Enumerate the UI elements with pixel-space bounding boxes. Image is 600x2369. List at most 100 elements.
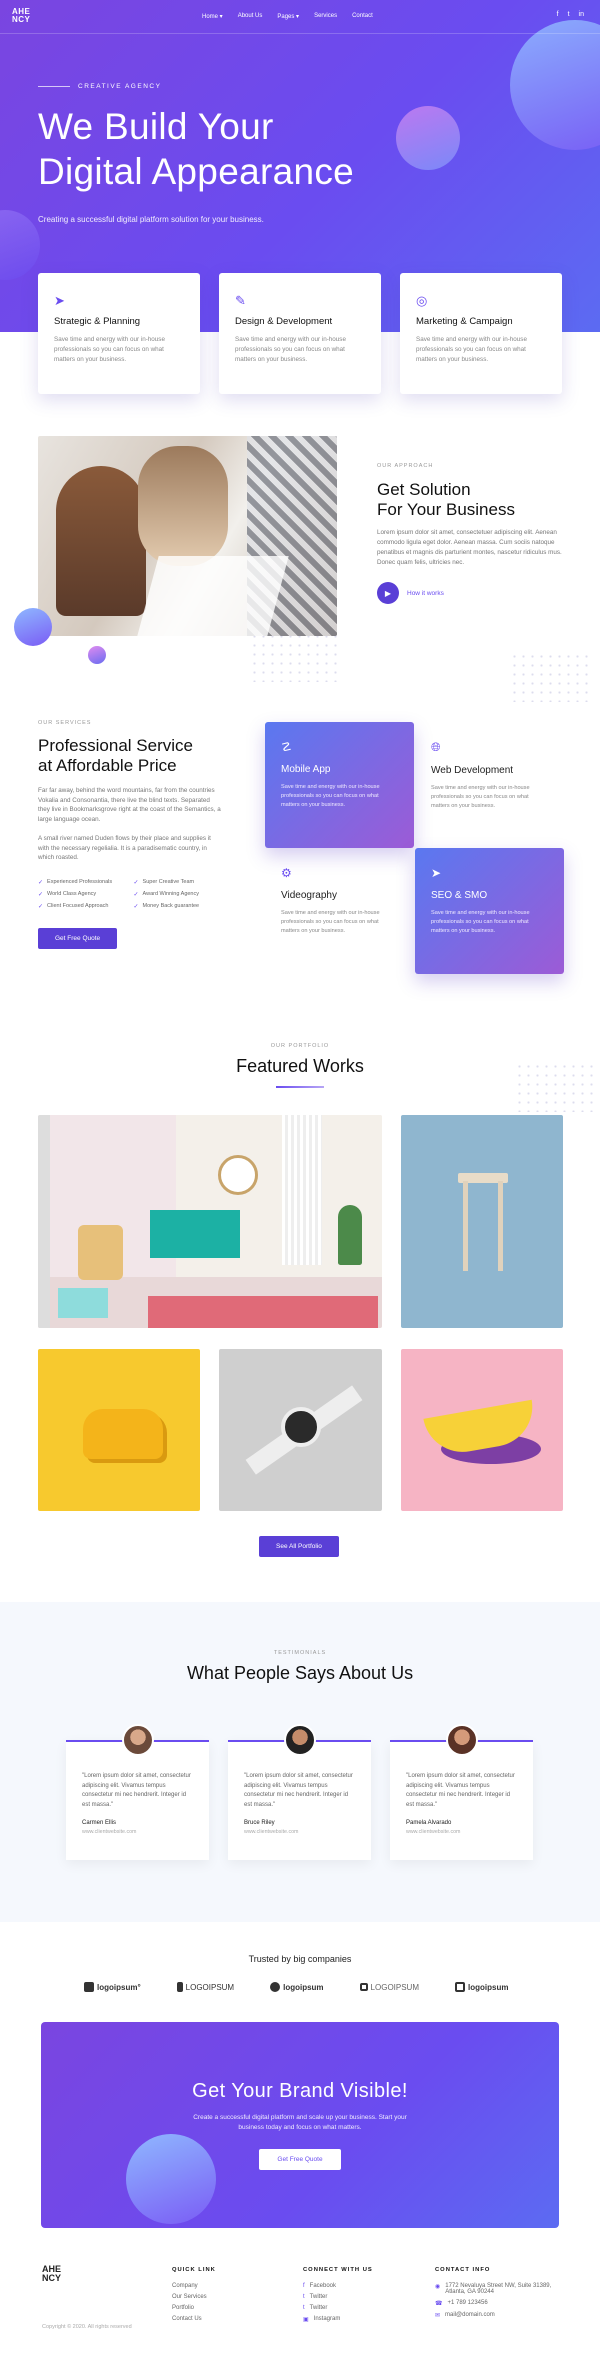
mail-icon: ✉ — [435, 2313, 441, 2319]
services-title: Professional Service at Affordable Price — [38, 736, 223, 776]
feature-text: Save time and energy with our in-house p… — [416, 336, 527, 363]
brand-logo: logoipsum° — [84, 1982, 141, 1992]
portfolio-section: OUR PORTFOLIO Featured Works See All Por… — [0, 1012, 600, 1602]
cta-quote-button[interactable]: Get Free Quote — [259, 2149, 341, 2170]
testimonial-quote: "Lorem ipsum dolor sit amet, consectetur… — [82, 1773, 191, 1808]
portfolio-item-telephone[interactable] — [38, 1349, 200, 1511]
brands-title: Trusted by big companies — [248, 1954, 352, 1964]
how-it-works-label: How it works — [407, 589, 444, 597]
footer-twitter-link[interactable]: Twitter — [310, 2294, 328, 2300]
approach-paragraph: Lorem ipsum dolor sit amet, consectetuer… — [377, 529, 562, 566]
design-icon: ✎ — [235, 293, 246, 308]
how-it-works-link[interactable]: ▶ How it works — [377, 582, 567, 604]
portfolio-item-interior[interactable] — [38, 1115, 382, 1328]
hero-eyebrow-text: CREATIVE AGENCY — [78, 83, 162, 90]
feature-title: Design & Development — [235, 316, 333, 327]
footer-twitter-link[interactable]: Twitter — [310, 2305, 328, 2311]
dot-pattern — [510, 652, 590, 702]
service-card[interactable]: 🌐︎ Web Development Save time and energy … — [415, 722, 564, 848]
feature-text: Save time and energy with our in-house p… — [54, 336, 165, 363]
approach-title: Get Solution For Your Business — [377, 480, 567, 520]
service-title: Web Development — [431, 765, 514, 776]
services-eyebrow: OUR SERVICES — [38, 720, 92, 726]
testimonial-card: "Lorem ipsum dolor sit amet, consectetur… — [66, 1724, 209, 1860]
top-navbar: AHE NCY Home ▾ About Us Pages ▾ Services… — [0, 0, 600, 34]
mobile-icon: ☡ — [281, 740, 292, 754]
checklist: ✓ Experienced Professionals ✓ Super Creati… — [38, 879, 223, 910]
services-title-line1: Professional Service — [38, 736, 193, 755]
service-card[interactable]: ☡ Mobile App Save time and energy with o… — [265, 722, 414, 848]
testimonial-quote: "Lorem ipsum dolor sit amet, consectetur… — [406, 1773, 515, 1808]
hero-title-line1: We Build Your — [38, 106, 274, 147]
feature-text: Save time and energy with our in-house p… — [235, 336, 346, 363]
services-paragraph: A small river named Duden flows by their… — [38, 835, 211, 861]
feature-card: ➤ Strategic & Planning Save time and ene… — [38, 273, 200, 394]
portfolio-item-banana[interactable] — [401, 1349, 563, 1511]
testimonial-name: Pamela Alvarado — [406, 1820, 452, 1826]
nav-pages[interactable]: Pages ▾ — [277, 13, 299, 20]
services-paragraph: Far far away, behind the word mountains,… — [38, 787, 221, 823]
footer-link-contact[interactable]: Contact Us — [172, 2316, 202, 2322]
testimonial-site: www.clientwebsite.com — [244, 1829, 299, 1835]
services-title-line2: at Affordable Price — [38, 756, 177, 775]
team-photo — [38, 436, 337, 636]
brands-section: Trusted by big companies logoipsum° LOGO… — [0, 1922, 600, 2016]
services-section: OUR SERVICES Professional Service at Aff… — [0, 632, 600, 1012]
hero-eyebrow: CREATIVE AGENCY — [38, 83, 161, 90]
phone-number: +1 789 123456 — [447, 2300, 488, 2306]
nav-contact[interactable]: Contact — [352, 13, 373, 20]
dot-pattern — [515, 1062, 595, 1112]
footer-instagram-link[interactable]: Instagram — [314, 2316, 341, 2323]
footer-link-portfolio[interactable]: Portfolio — [172, 2305, 194, 2311]
linkedin-icon[interactable]: in — [579, 11, 584, 18]
decor-circle — [396, 106, 460, 170]
contact-title: CONTACT INFO — [435, 2267, 491, 2273]
service-text: Save time and energy with our in-house p… — [281, 784, 380, 808]
footer-link-services[interactable]: Our Services — [172, 2294, 207, 2300]
check-icon: ✓ — [133, 891, 139, 898]
facebook-icon[interactable]: f — [557, 11, 559, 18]
twitter-icon[interactable]: t — [568, 11, 570, 18]
testimonials-title: What People Says About Us — [186, 1663, 414, 1683]
get-free-quote-button[interactable]: Get Free Quote — [38, 927, 118, 949]
check-icon: ✓ — [133, 879, 139, 886]
nav-services[interactable]: Services — [314, 13, 337, 20]
feature-cards: ➤ Strategic & Planning Save time and ene… — [38, 273, 562, 394]
avatar — [122, 1724, 154, 1756]
footer-link-company[interactable]: Company — [172, 2283, 198, 2289]
portfolio-item-watch[interactable] — [219, 1349, 382, 1511]
approach-title-line2: For Your Business — [377, 500, 515, 519]
see-all-portfolio-button[interactable]: See All Portfolio — [259, 1536, 339, 1557]
phone-icon: ☎ — [435, 2301, 443, 2307]
service-cards: ☡ Mobile App Save time and energy with o… — [265, 722, 564, 974]
check-item: ✓ Money Back guarantee — [133, 903, 200, 910]
service-text: Save time and energy with our in-house p… — [281, 910, 380, 934]
paper-plane-icon: ➤ — [54, 293, 65, 308]
brand-logo: LOGOIPSUM — [176, 1982, 234, 1992]
footer-facebook-link[interactable]: Facebook — [310, 2283, 336, 2289]
email-link[interactable]: mail@domain.com — [445, 2312, 495, 2319]
hero-title: We Build Your Digital Appearance — [38, 104, 354, 194]
footer-logo[interactable]: AHE NCY — [42, 2265, 61, 2283]
logo[interactable]: AHE NCY — [12, 8, 30, 24]
contact-info: CONTACT INFO ◉ 1772 Nevaluya Street NW, S… — [435, 2267, 575, 2324]
service-card[interactable]: ⚙ Videography Save time and energy with … — [265, 848, 414, 974]
feature-title: Strategic & Planning — [54, 316, 141, 327]
check-icon: ✓ — [133, 903, 139, 910]
footer-logo-bottom: NCY — [42, 2273, 62, 2283]
portfolio-title: Featured Works — [236, 1056, 364, 1076]
portfolio-eyebrow: OUR PORTFOLIO — [270, 1043, 330, 1049]
testimonial-name: Carmen Ellis — [82, 1820, 117, 1826]
services-intro: OUR SERVICES Professional Service at Aff… — [38, 720, 223, 949]
nav-about[interactable]: About Us — [238, 13, 263, 20]
portfolio-item-stool[interactable] — [401, 1115, 563, 1328]
nav-home[interactable]: Home ▾ — [202, 13, 223, 20]
testimonials-section: TESTIMONIALS What People Says About Us "… — [0, 1602, 600, 1922]
title-underline — [276, 1086, 324, 1088]
social-links: f t in — [557, 11, 584, 18]
testimonials-eyebrow: TESTIMONIALS — [273, 1650, 327, 1656]
brand-logo: LOGOIPSUM — [359, 1982, 419, 1992]
approach-eyebrow: OUR APPROACH — [377, 463, 434, 469]
check-item: ✓ Experienced Professionals — [38, 879, 113, 886]
service-card[interactable]: ➤ SEO & SMO Save time and energy with ou… — [415, 848, 564, 974]
